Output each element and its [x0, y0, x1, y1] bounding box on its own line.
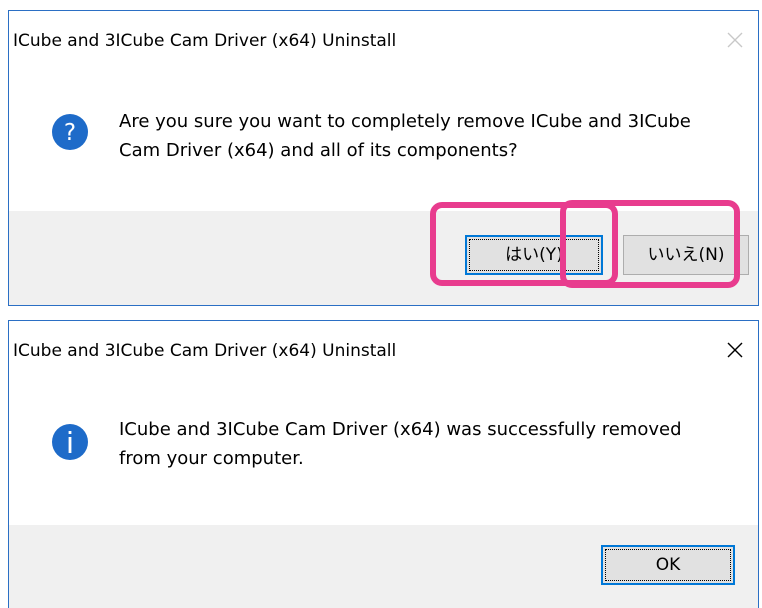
question-icon: ?	[51, 113, 89, 151]
close-icon[interactable]	[724, 29, 746, 51]
info-icon	[51, 423, 89, 461]
uninstall-complete-dialog: ICube and 3ICube Cam Driver (x64) Uninst…	[8, 320, 759, 608]
uninstall-confirm-dialog: ICube and 3ICube Cam Driver (x64) Uninst…	[8, 10, 759, 306]
dialog-title: ICube and 3ICube Cam Driver (x64) Uninst…	[13, 31, 397, 51]
no-button[interactable]: いいえ(N)	[623, 235, 749, 275]
ok-button[interactable]: OK	[601, 545, 735, 585]
button-bar: OK	[9, 525, 758, 608]
button-bar: はい(Y) いいえ(N)	[9, 211, 758, 305]
close-icon[interactable]	[724, 339, 746, 361]
dialog-title: ICube and 3ICube Cam Driver (x64) Uninst…	[13, 341, 397, 361]
title-bar: ICube and 3ICube Cam Driver (x64) Uninst…	[9, 321, 758, 377]
yes-button[interactable]: はい(Y)	[465, 235, 603, 275]
dialog-message: ICube and 3ICube Cam Driver (x64) was su…	[119, 419, 682, 469]
svg-text:?: ?	[64, 120, 76, 146]
title-bar: ICube and 3ICube Cam Driver (x64) Uninst…	[9, 11, 758, 67]
dialog-message: Are you sure you want to completely remo…	[119, 111, 691, 161]
